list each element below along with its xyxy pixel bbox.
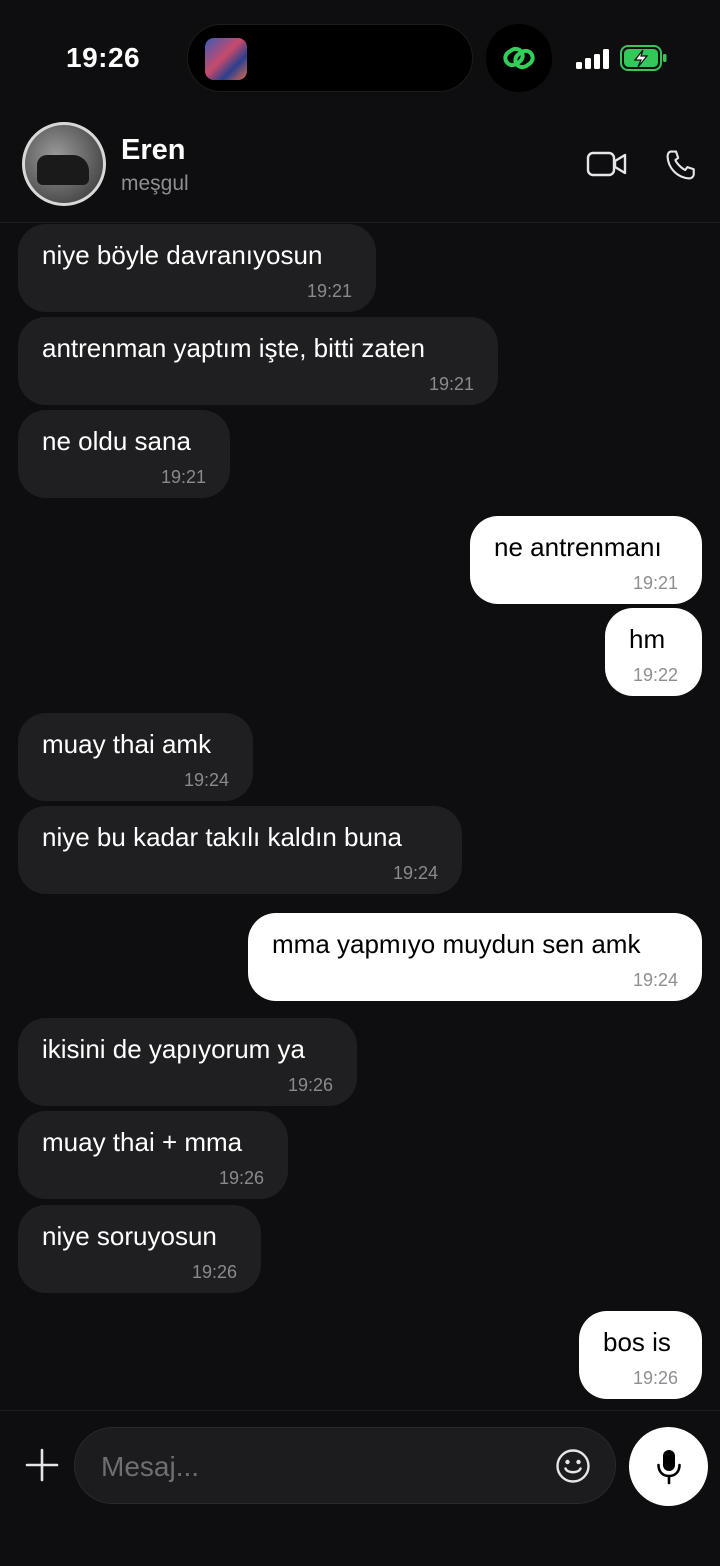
chat-header: Eren meşgul [0,110,720,223]
message-bubble-incoming[interactable]: muay thai amk 19:24 [18,713,253,801]
message-text: muay thai + mma [42,1127,243,1157]
cellular-signal-icon [576,49,609,69]
status-time: 19:26 [66,42,141,73]
message-time: 19:21 [160,467,206,487]
message-bubble-outgoing[interactable]: mma yapmıyo muydun sen amk 19:24 [248,913,702,1001]
message-bubble-outgoing[interactable]: bos is 19:26 [579,1311,702,1399]
link-activity-indicator[interactable] [486,24,552,92]
contact-name[interactable]: Eren [121,134,185,167]
microphone-icon [657,1450,681,1485]
message-time: 19:26 [218,1168,264,1188]
message-time: 19:26 [632,1368,678,1388]
message-input[interactable] [99,1428,543,1505]
message-input-container[interactable] [74,1427,616,1505]
message-time: 19:26 [191,1262,237,1282]
message-time: 19:24 [632,970,678,990]
battery-charging-icon [620,45,667,71]
message-bubble-incoming[interactable]: ikisini de yapıyorum ya 19:26 [18,1018,357,1106]
message-text: hm [629,624,666,654]
plus-icon[interactable] [24,1447,60,1483]
message-bubble-incoming[interactable]: ne oldu sana 19:21 [18,410,230,498]
message-bubble-incoming[interactable]: niye bu kadar takılı kaldın buna 19:24 [18,806,462,894]
message-text: niye bu kadar takılı kaldın buna [42,822,402,852]
smiley-icon[interactable] [555,1448,591,1484]
message-text: antrenman yaptım işte, bitti zaten [42,333,425,363]
contact-status: meşgul [121,172,189,195]
message-composer [0,1410,720,1566]
link-icon [503,46,535,70]
video-camera-icon[interactable] [586,150,628,178]
message-text: niye soruyosun [42,1221,217,1251]
message-time: 19:24 [392,863,438,883]
status-bar: 19:26 [0,0,720,110]
dynamic-island[interactable] [187,24,473,92]
message-time: 19:21 [428,374,474,394]
message-time: 19:26 [287,1075,333,1095]
message-time: 19:22 [632,665,678,685]
message-text: muay thai amk [42,729,212,759]
message-time: 19:21 [632,573,678,593]
message-time: 19:24 [183,770,229,790]
avatar-photo [37,155,89,185]
message-text: mma yapmıyo muydun sen amk [272,929,641,959]
message-bubble-outgoing[interactable]: hm 19:22 [605,608,702,696]
message-time: 19:21 [306,281,352,301]
message-bubble-incoming[interactable]: muay thai + mma 19:26 [18,1111,288,1199]
message-bubble-incoming[interactable]: niye soruyosun 19:26 [18,1205,261,1293]
message-bubble-outgoing[interactable]: ne antrenmanı 19:21 [470,516,702,604]
message-list[interactable]: niye böyle davranıyosun 19:21 antrenman … [0,222,720,1410]
message-text: ikisini de yapıyorum ya [42,1034,305,1064]
message-bubble-incoming[interactable]: antrenman yaptım işte, bitti zaten 19:21 [18,317,498,405]
message-text: bos is [603,1327,671,1357]
message-text: ne oldu sana [42,426,191,456]
now-playing-artwork[interactable] [205,38,247,80]
home-indicator [250,1547,470,1553]
contact-avatar[interactable] [22,122,106,206]
phone-icon[interactable] [664,148,698,182]
message-text: ne antrenmanı [494,532,662,562]
voice-message-button[interactable] [629,1427,708,1506]
message-bubble-incoming[interactable]: niye böyle davranıyosun 19:21 [18,224,376,312]
message-text: niye böyle davranıyosun [42,240,323,270]
